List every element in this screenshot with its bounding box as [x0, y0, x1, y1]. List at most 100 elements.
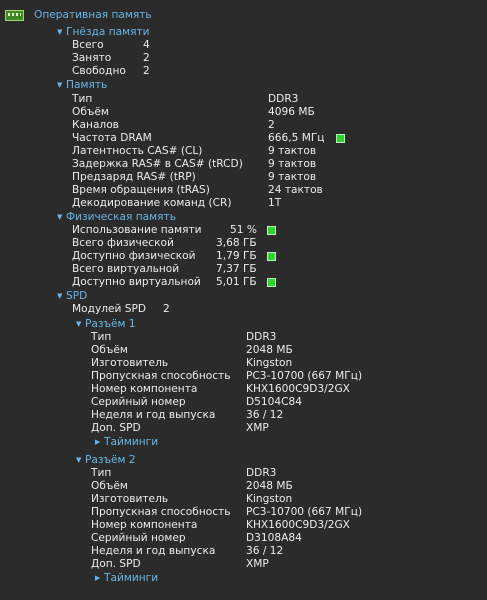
list-item: Доп. SPD XMP — [91, 558, 471, 571]
section-slot-2-label: Разъём 2 — [85, 454, 136, 466]
row-label: Доступно виртуальной — [72, 276, 201, 288]
row-label: Номер компонента — [91, 519, 198, 531]
row-value: 4 — [143, 39, 150, 51]
row-value: 9 тактов — [268, 158, 317, 170]
row-value: 2 — [143, 52, 150, 64]
row-label: Серийный номер — [91, 532, 186, 544]
list-item: Частота DRAM 666,5 МГц — [72, 132, 472, 145]
row-label: Пропускная способность — [91, 370, 231, 382]
row-value: 7,37 ГБ — [216, 263, 257, 275]
row-label: Каналов — [72, 119, 119, 131]
section-slot-2[interactable]: ▼ Разъём 2 — [76, 454, 136, 467]
chevron-down-icon: ▼ — [76, 320, 82, 328]
row-label: Неделя и год выпуска — [91, 545, 216, 557]
section-slot-1-label: Разъём 1 — [85, 318, 136, 330]
section-slot-1-timings[interactable]: ▶ Тайминги — [95, 436, 158, 449]
row-value: 3,68 ГБ — [216, 237, 257, 249]
list-item: Номер компонента KHX1600C9D3/2GX — [91, 383, 471, 396]
row-value: 36 / 12 — [246, 545, 284, 557]
list-item: Всего виртуальной 7,37 ГБ — [72, 263, 472, 276]
section-physical-memory[interactable]: ▼ Физическая память — [57, 211, 176, 224]
row-label: Частота DRAM — [72, 132, 152, 144]
row-label: Доступно физической — [72, 250, 196, 262]
row-label: Модулей SPD — [72, 303, 147, 315]
row-label: Доп. SPD — [91, 558, 141, 570]
ram-module-icon — [5, 10, 24, 21]
timings-label: Тайминги — [104, 572, 159, 584]
list-item: Тип DDR3 — [91, 331, 471, 344]
list-item: Объём 2048 МБ — [91, 480, 471, 493]
timings-label: Тайминги — [104, 436, 159, 448]
list-item: Неделя и год выпуска 36 / 12 — [91, 409, 471, 422]
row-label: Предзаряд RAS# (tRP) — [72, 171, 196, 183]
row-value: DDR3 — [268, 93, 299, 105]
list-item: Номер компонента KHX1600C9D3/2GX — [91, 519, 471, 532]
list-item: Каналов 2 — [72, 119, 472, 132]
list-item: Декодирование команд (CR) 1T — [72, 197, 472, 210]
row-label: Тип — [91, 467, 112, 479]
row-value: XMP — [246, 558, 269, 570]
section-memory[interactable]: ▼ Память — [57, 79, 107, 92]
row-value: 1T — [268, 197, 282, 209]
list-item: Объём 4096 МБ — [72, 106, 472, 119]
list-item: Доступно виртуальной 5,01 ГБ — [72, 276, 472, 289]
row-value: KHX1600C9D3/2GX — [246, 519, 350, 531]
row-value: 2048 МБ — [246, 344, 293, 356]
list-item: Предзаряд RAS# (tRP) 9 тактов — [72, 171, 472, 184]
section-slots[interactable]: ▼ Гнёзда памяти — [57, 26, 150, 39]
list-item: Доступно физической 1,79 ГБ — [72, 250, 472, 263]
row-value: 24 тактов — [268, 184, 323, 196]
section-spd-label: SPD — [66, 290, 88, 302]
row-label: Неделя и год выпуска — [91, 409, 216, 421]
list-item: Серийный номер D5104C84 — [91, 396, 471, 409]
list-item: Изготовитель Kingston — [91, 357, 471, 370]
tree-root-ram[interactable]: Оперативная память — [34, 9, 152, 22]
section-slot-2-timings[interactable]: ▶ Тайминги — [95, 572, 158, 585]
row-value: 9 тактов — [268, 171, 317, 183]
list-item: Неделя и год выпуска 36 / 12 — [91, 545, 471, 558]
list-item: Тип DDR3 — [72, 93, 472, 106]
row-value: PC3-10700 (667 МГц) — [246, 370, 363, 382]
row-value: 2048 МБ — [246, 480, 293, 492]
list-item: Тип DDR3 — [91, 467, 471, 480]
section-memory-label: Память — [66, 79, 108, 91]
row-value: XMP — [246, 422, 269, 434]
row-value: 51 % — [230, 224, 257, 236]
chevron-down-icon: ▼ — [76, 456, 82, 464]
status-indicator-icon — [267, 278, 276, 287]
row-label: Латентность CAS# (CL) — [72, 145, 203, 157]
row-label: Пропускная способность — [91, 506, 231, 518]
status-indicator-icon — [336, 134, 345, 143]
list-item: Время обращения (tRAS) 24 тактов — [72, 184, 472, 197]
chevron-down-icon: ▼ — [57, 28, 63, 36]
row-value: 4096 МБ — [268, 106, 315, 118]
row-value: Kingston — [246, 493, 293, 505]
status-indicator-icon — [267, 252, 276, 261]
section-slot-1[interactable]: ▼ Разъём 1 — [76, 318, 136, 331]
chevron-down-icon: ▼ — [57, 213, 63, 221]
row-label: Объём — [72, 106, 109, 118]
row-value: Kingston — [246, 357, 293, 369]
row-value: 2 — [143, 65, 150, 77]
row-label: Свободно — [72, 65, 126, 77]
row-value: D3108A84 — [246, 532, 302, 544]
row-label: Время обращения (tRAS) — [72, 184, 210, 196]
row-value: 1,79 ГБ — [216, 250, 257, 262]
row-label: Декодирование команд (CR) — [72, 197, 232, 209]
row-label: Занято — [72, 52, 112, 64]
row-value: DDR3 — [246, 331, 277, 343]
chevron-down-icon: ▼ — [57, 292, 63, 300]
row-label: Объём — [91, 480, 128, 492]
row-value: KHX1600C9D3/2GX — [246, 383, 350, 395]
list-item: Объём 2048 МБ — [91, 344, 471, 357]
row-label: Всего виртуальной — [72, 263, 180, 275]
section-spd[interactable]: ▼ SPD — [57, 290, 87, 303]
row-label: Серийный номер — [91, 396, 186, 408]
list-item: Доп. SPD XMP — [91, 422, 471, 435]
section-physical-label: Физическая память — [66, 211, 176, 223]
row-label: Номер компонента — [91, 383, 198, 395]
row-label: Использование памяти — [72, 224, 202, 236]
row-label: Изготовитель — [91, 357, 169, 369]
row-value: 9 тактов — [268, 145, 317, 157]
row-value: D5104C84 — [246, 396, 302, 408]
